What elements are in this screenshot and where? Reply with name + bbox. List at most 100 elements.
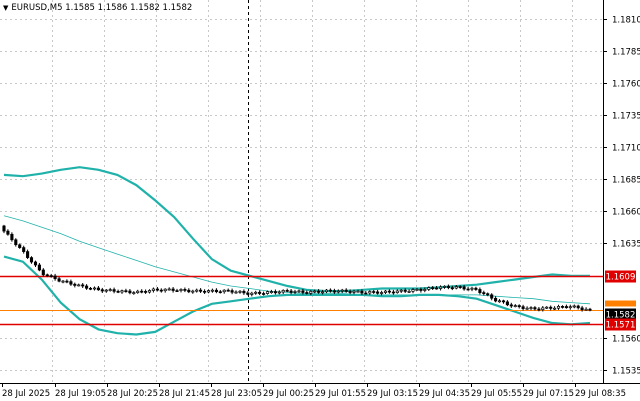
candle-body: [446, 285, 450, 289]
price-tick-label: 1.1810: [612, 16, 640, 26]
price-tick-label: 1.1560: [612, 335, 640, 345]
candle-body: [144, 291, 148, 293]
candle-body: [501, 300, 506, 303]
candle-body: [116, 290, 120, 293]
candle-body: [572, 305, 576, 308]
candle-body: [10, 233, 14, 241]
candle-body: [348, 291, 352, 293]
candle-body: [254, 291, 258, 294]
price-tick-label: 1.1535: [612, 367, 640, 377]
candle-body: [163, 288, 167, 292]
candle-body: [588, 308, 592, 311]
candle-body: [497, 300, 502, 303]
candle-body: [195, 289, 199, 292]
candle-body: [324, 289, 329, 293]
candle-body: [167, 288, 171, 291]
candle-body: [33, 261, 38, 266]
moving-average-line: [3, 215, 591, 305]
candle-body: [517, 305, 521, 308]
candle-body: [297, 290, 301, 293]
candle-body: [533, 307, 537, 310]
candle-body: [250, 292, 254, 295]
price-tick-label: 1.1735: [612, 112, 640, 122]
candle-body: [199, 289, 203, 292]
candle-body: [234, 291, 238, 294]
ohlc-values: 1.1585 1.1586 1.1582 1.1582: [65, 3, 193, 13]
candle-body: [301, 290, 305, 293]
candle-body: [45, 274, 49, 277]
candle-body: [486, 293, 490, 296]
candle-body: [112, 289, 116, 292]
candle-body: [383, 290, 388, 293]
candle-body: [230, 290, 234, 293]
candle-body: [321, 291, 325, 294]
candle-body: [442, 285, 447, 288]
time-tick-label: 29 Jul 01:55: [315, 389, 366, 399]
candle-body: [576, 305, 580, 309]
candle-body: [269, 291, 273, 293]
candle-body: [18, 244, 22, 248]
candle-body: [273, 291, 277, 294]
candle-body: [206, 290, 211, 293]
price-tick-label: 1.1660: [612, 208, 640, 218]
candle-body: [340, 289, 344, 292]
candle-body: [407, 290, 411, 293]
candle-body: [360, 290, 364, 294]
candle-body: [482, 292, 486, 295]
candle-body: [73, 283, 77, 286]
candle-body: [92, 287, 97, 290]
time-tick-label: 29 Jul 00:25: [263, 389, 314, 399]
candle-body: [494, 297, 498, 302]
candle-body: [466, 288, 470, 291]
candle-body: [37, 264, 41, 271]
price-tick-label: 1.1635: [612, 240, 640, 250]
candle-body: [415, 289, 419, 291]
time-tick-label: 28 Jul 21:45: [159, 389, 210, 399]
price-chart[interactable]: 1.1810 1.1785 1.1760 1.1735 1.1710 1.1685 1.16…: [0, 0, 640, 401]
support-price-label: 1.1571: [606, 321, 636, 331]
candle-body: [61, 280, 65, 283]
candle-body: [265, 291, 270, 294]
candle-body: [317, 290, 321, 293]
candle-body: [419, 289, 423, 291]
candle-body: [553, 307, 557, 310]
bollinger-lower-line: [3, 255, 591, 336]
candle-body: [423, 289, 427, 291]
candle-body: [218, 291, 222, 294]
candle-body: [336, 290, 340, 293]
candle-body: [100, 289, 104, 292]
chart-window[interactable]: 1.1810 1.1785 1.1760 1.1735 1.1710 1.1685 1.16…: [0, 0, 640, 401]
candle-body: [26, 251, 30, 258]
candle-body: [470, 287, 474, 290]
candle-body: [549, 306, 553, 309]
candle-body: [285, 290, 289, 292]
candle-body: [187, 289, 191, 293]
candle-body: [313, 290, 317, 293]
candle-body: [580, 307, 584, 311]
candle-body: [53, 275, 57, 280]
time-tick-label: 29 Jul 08:35: [575, 389, 626, 399]
candle-body: [490, 294, 494, 299]
candle-body: [41, 269, 45, 276]
candle-body: [521, 306, 525, 309]
candle-body: [403, 289, 407, 292]
candle-body: [2, 225, 6, 232]
candle-body: [395, 290, 399, 293]
candle-body: [541, 307, 545, 310]
candles: [2, 224, 592, 312]
candle-body: [108, 289, 112, 291]
candle-body: [29, 257, 34, 263]
candle-body: [179, 289, 183, 291]
caret-down-icon[interactable]: ▼: [3, 4, 8, 12]
candle-body: [140, 290, 144, 293]
candle-body: [77, 284, 81, 287]
candle-body: [183, 289, 187, 291]
candle-body: [69, 281, 73, 285]
time-tick-label: 29 Jul 03:15: [367, 389, 418, 399]
candle-body: [427, 287, 431, 290]
candle-body: [88, 287, 93, 290]
candle-body: [214, 289, 218, 293]
candle-body: [537, 308, 541, 311]
resistance-price-label: 1.1609: [606, 273, 636, 283]
candle-body: [147, 290, 152, 293]
